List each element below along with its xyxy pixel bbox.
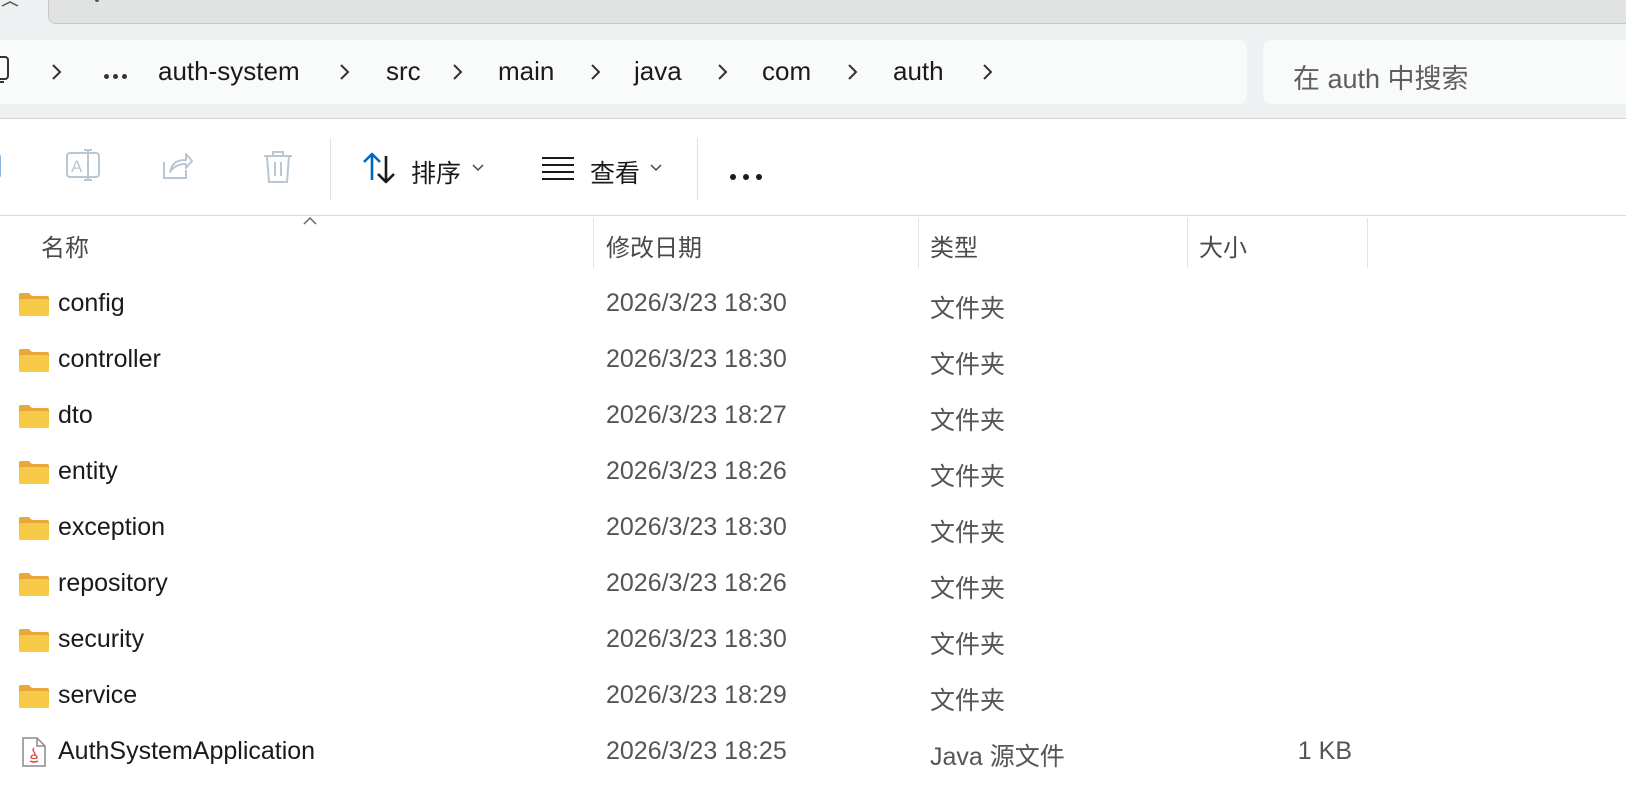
view-button[interactable]: 查看 [538, 140, 670, 196]
breadcrumb-item-java[interactable]: java [634, 56, 682, 87]
file-modified: 2026/3/23 18:30 [606, 345, 787, 373]
file-modified: 2026/3/23 18:30 [606, 625, 787, 653]
file-modified: 2026/3/23 18:26 [606, 569, 787, 597]
file-type: 文件夹 [930, 295, 1006, 323]
delete-icon[interactable] [262, 150, 294, 184]
column-header-size[interactable]: 大小 [1199, 228, 1247, 263]
file-size: 1 KB [1297, 737, 1352, 765]
file-name: entity [58, 457, 118, 485]
file-type: 文件夹 [930, 575, 1006, 603]
tab-dot-icon [95, 0, 99, 2]
chevron-right-icon[interactable] [978, 61, 998, 83]
chevron-right-icon[interactable] [448, 61, 468, 83]
table-row[interactable]: dto 2026/3/23 18:27 文件夹 [0, 389, 1626, 445]
file-modified: 2026/3/23 18:27 [606, 401, 787, 429]
file-name: exception [58, 513, 166, 541]
table-row[interactable]: exception 2026/3/23 18:30 文件夹 [0, 501, 1626, 557]
table-row[interactable]: service 2026/3/23 18:29 文件夹 [0, 669, 1626, 725]
file-type: 文件夹 [930, 351, 1006, 379]
file-modified: 2026/3/23 18:30 [606, 289, 787, 317]
file-modified: 2026/3/23 18:26 [606, 457, 787, 485]
folder-icon [19, 461, 49, 484]
chevron-right-icon[interactable] [713, 61, 733, 83]
paste-icon[interactable] [0, 150, 8, 182]
table-row[interactable]: config 2026/3/23 18:30 文件夹 [0, 277, 1626, 333]
column-divider[interactable] [1367, 218, 1368, 268]
command-separator [697, 138, 698, 200]
breadcrumb-item-main[interactable]: main [498, 56, 554, 87]
column-header-name[interactable]: 名称 [41, 228, 89, 263]
breadcrumb-item-com[interactable]: com [762, 56, 811, 87]
folder-icon [19, 293, 49, 316]
file-name: repository [58, 569, 168, 597]
rename-icon[interactable]: A [66, 148, 100, 182]
chevron-right-icon[interactable] [47, 61, 67, 83]
file-name: config [58, 289, 125, 317]
tab-strip[interactable] [48, 0, 1626, 24]
sort-icon [363, 152, 395, 184]
table-row[interactable]: AuthSystemApplication 2026/3/23 18:25 Ja… [0, 725, 1626, 781]
breadcrumb-item-auth-system[interactable]: auth-system [158, 56, 300, 87]
file-type: Java 源文件 [930, 743, 1065, 771]
folder-icon [19, 573, 49, 596]
file-name: AuthSystemApplication [58, 737, 316, 765]
more-options-button[interactable] [730, 167, 769, 185]
table-row[interactable]: security 2026/3/23 18:30 文件夹 [0, 613, 1626, 669]
file-type: 文件夹 [930, 463, 1006, 491]
column-divider[interactable] [918, 218, 919, 268]
column-header-modified[interactable]: 修改日期 [606, 228, 702, 263]
chevron-down-icon [472, 164, 484, 172]
command-separator [330, 138, 331, 200]
chevron-right-icon[interactable] [843, 61, 863, 83]
table-row[interactable]: controller 2026/3/23 18:30 文件夹 [0, 333, 1626, 389]
search-input[interactable]: 在 auth 中搜索 [1293, 57, 1469, 96]
file-type: 文件夹 [930, 631, 1006, 659]
view-list-icon [542, 157, 574, 180]
breadcrumb-item-src[interactable]: src [386, 56, 421, 87]
column-header-type[interactable]: 类型 [930, 228, 978, 263]
file-modified: 2026/3/23 18:29 [606, 681, 787, 709]
share-icon[interactable] [160, 150, 194, 182]
file-modified: 2026/3/23 18:30 [606, 513, 787, 541]
folder-icon [19, 349, 49, 372]
folder-icon [19, 405, 49, 428]
file-modified: 2026/3/23 18:25 [606, 737, 787, 765]
chevron-down-icon [650, 164, 662, 172]
java-file-icon [22, 737, 46, 767]
breadcrumb-item-auth[interactable]: auth [893, 56, 944, 87]
svg-text:A: A [71, 157, 83, 176]
table-row[interactable]: entity 2026/3/23 18:26 文件夹 [0, 445, 1626, 501]
chevron-right-icon[interactable] [586, 61, 606, 83]
folder-icon [19, 629, 49, 652]
column-divider[interactable] [593, 218, 594, 268]
this-pc-icon[interactable] [0, 55, 14, 85]
chevron-right-icon[interactable] [335, 61, 355, 83]
file-type: 文件夹 [930, 519, 1006, 547]
tab-corner-icon [1, 1, 19, 7]
sort-label: 排序 [411, 160, 462, 188]
file-name: dto [58, 401, 93, 429]
sort-button[interactable]: 排序 [358, 140, 490, 196]
file-type: 文件夹 [930, 407, 1006, 435]
view-label: 查看 [590, 160, 641, 188]
folder-icon [19, 517, 49, 540]
breadcrumb-overflow-button[interactable] [104, 66, 131, 84]
column-divider[interactable] [1187, 218, 1188, 268]
file-name: security [58, 625, 145, 653]
file-name: service [58, 681, 138, 709]
sort-ascending-icon [303, 216, 317, 225]
file-name: controller [58, 345, 161, 373]
search-box[interactable]: 在 auth 中搜索 [1263, 40, 1626, 104]
table-row[interactable]: repository 2026/3/23 18:26 文件夹 [0, 557, 1626, 613]
file-type: 文件夹 [930, 687, 1006, 715]
command-bar [0, 119, 1626, 216]
folder-icon [19, 685, 49, 708]
